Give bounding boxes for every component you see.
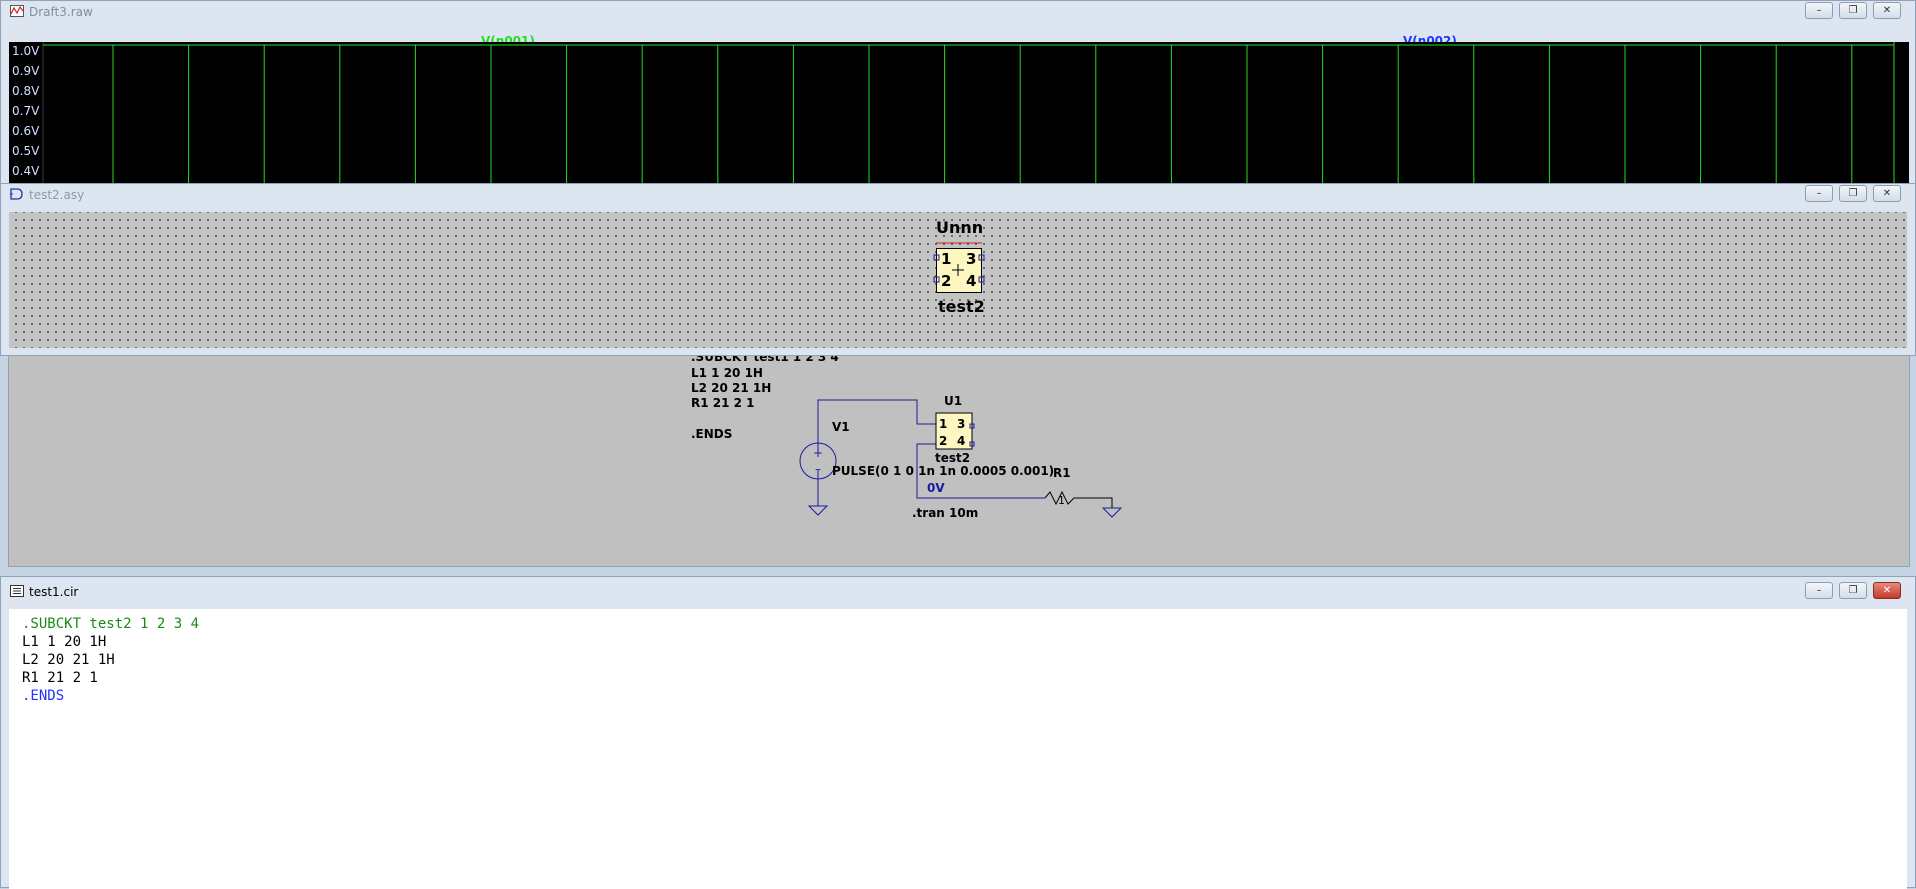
close-icon: ✕: [1882, 4, 1892, 16]
symbol-window-title: test2.asy: [29, 188, 85, 202]
u1-pin-4: 4: [957, 434, 966, 448]
ground-symbol[interactable]: [1101, 507, 1123, 518]
symbol-pin-4: 4: [966, 272, 977, 290]
net-label-0v[interactable]: 0V: [927, 481, 945, 495]
close-icon: ✕: [1882, 584, 1892, 596]
restore-button[interactable]: ❐: [1839, 185, 1867, 202]
restore-icon: ❐: [1848, 4, 1858, 16]
u1-name[interactable]: test2: [935, 451, 970, 465]
minimize-button[interactable]: –: [1805, 582, 1833, 599]
netlist-line[interactable]: L2 20 21 1H: [22, 651, 1907, 669]
v1-value[interactable]: PULSE(0 1 0 1n 1n 0.0005 0.001): [832, 464, 1054, 478]
document-icon: [10, 585, 24, 597]
minimize-icon: –: [1816, 187, 1822, 199]
waveform-titlebar[interactable]: Draft3.raw – ❐ ✕: [1, 1, 1915, 21]
netlist-editor[interactable]: .SUBCKT test2 1 2 3 4 L1 1 20 1H L2 20 2…: [9, 609, 1907, 889]
u1-pin-3: 3: [957, 417, 966, 431]
symbol-pin-3: 3: [966, 250, 977, 268]
netlist-line[interactable]: L1 1 20 1H: [22, 633, 1907, 651]
symbol-pin-2: 2: [941, 272, 952, 290]
v1-label[interactable]: V1: [832, 420, 850, 434]
minimize-button[interactable]: –: [1805, 185, 1833, 202]
close-button[interactable]: ✕: [1873, 582, 1901, 599]
waveform-window-title: Draft3.raw: [29, 5, 93, 19]
svg-text:+: +: [813, 446, 823, 460]
waveform-window: Draft3.raw – ❐ ✕ V(n001) V(n002) 1.0V 0.…: [0, 0, 1916, 185]
restore-button[interactable]: ❐: [1839, 582, 1867, 599]
symbol-instname-label[interactable]: Unnn: [936, 218, 983, 237]
u1-label[interactable]: U1: [944, 394, 962, 408]
symbol-canvas[interactable]: Unnn 1 3 2 4 test2: [9, 212, 1907, 348]
schematic-canvas[interactable]: .SUBCKT test1 1 2 3 4 L1 1 20 1H L2 20 2…: [8, 350, 1910, 567]
u1-pin-1: 1: [939, 417, 948, 431]
netlist-titlebar[interactable]: test1.cir – ❐ ✕: [1, 581, 1915, 601]
svg-text:–: –: [815, 462, 821, 476]
symbol-value-label[interactable]: test2: [938, 297, 985, 316]
restore-button[interactable]: ❐: [1839, 2, 1867, 19]
voltage-source-v1[interactable]: + –: [799, 442, 837, 480]
u1-pin-2: 2: [939, 434, 948, 448]
restore-icon: ❐: [1848, 187, 1858, 199]
close-button[interactable]: ✕: [1873, 185, 1901, 202]
close-icon: ✕: [1882, 187, 1892, 199]
netlist-line[interactable]: .ENDS: [22, 687, 1907, 705]
restore-icon: ❐: [1848, 584, 1858, 596]
waveform-traces: [42, 42, 1895, 185]
tran-directive[interactable]: .tran 10m: [912, 506, 978, 520]
waveform-icon: [10, 5, 24, 17]
close-button[interactable]: ✕: [1873, 2, 1901, 19]
netlist-window-title: test1.cir: [29, 585, 79, 599]
minimize-icon: –: [1816, 584, 1822, 596]
netlist-line[interactable]: R1 21 2 1: [22, 669, 1907, 687]
r1-label[interactable]: R1: [1053, 466, 1071, 480]
symbol-icon: [10, 188, 23, 200]
ground-symbol[interactable]: [807, 505, 829, 516]
resistor-r1[interactable]: [1044, 490, 1113, 508]
symbol-editor-titlebar[interactable]: test2.asy – ❐ ✕: [1, 184, 1915, 204]
r1-value[interactable]: 1: [1058, 494, 1065, 507]
symbol-pin-1: 1: [941, 250, 952, 268]
symbol-editor-window: test2.asy – ❐ ✕ Unnn 1 3 2 4 test2: [0, 183, 1916, 356]
minimize-icon: –: [1816, 4, 1822, 16]
waveform-plot-area[interactable]: 1.0V 0.9V 0.8V 0.7V 0.6V 0.5V 0.4V: [9, 42, 1909, 185]
netlist-line[interactable]: .SUBCKT test2 1 2 3 4: [22, 615, 1907, 633]
netlist-window: test1.cir – ❐ ✕ .SUBCKT test2 1 2 3 4 L1…: [0, 576, 1916, 889]
minimize-button[interactable]: –: [1805, 2, 1833, 19]
